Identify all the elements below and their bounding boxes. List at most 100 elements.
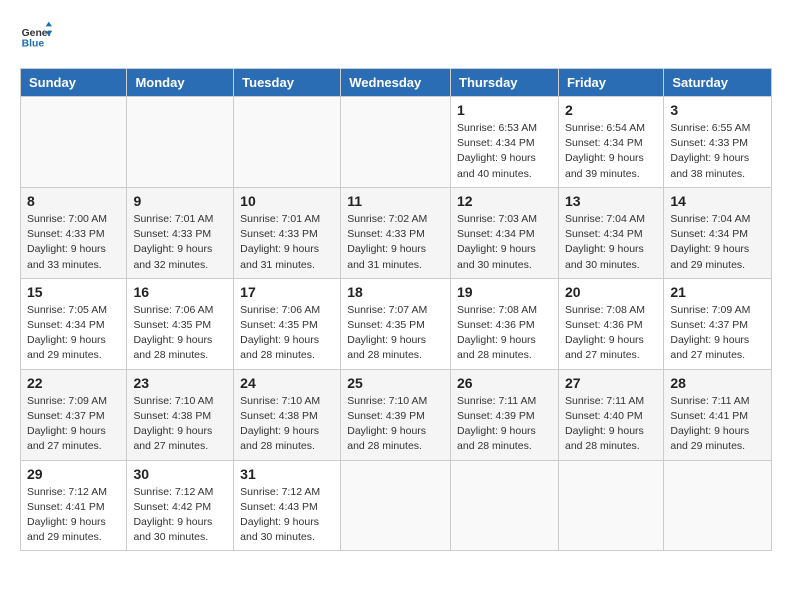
header-friday: Friday (558, 69, 663, 97)
day-number: 17 (240, 284, 334, 300)
day-number: 10 (240, 193, 334, 209)
calendar-week-3: 15 Sunrise: 7:05 AMSunset: 4:34 PMDaylig… (21, 278, 772, 369)
day-number: 13 (565, 193, 657, 209)
calendar-cell: 13 Sunrise: 7:04 AMSunset: 4:34 PMDaylig… (558, 187, 663, 278)
header-saturday: Saturday (664, 69, 772, 97)
header-wednesday: Wednesday (341, 69, 451, 97)
calendar-cell: 22 Sunrise: 7:09 AMSunset: 4:37 PMDaylig… (21, 369, 127, 460)
day-info: Sunrise: 7:08 AMSunset: 4:36 PMDaylight:… (457, 303, 552, 364)
calendar-cell: 24 Sunrise: 7:10 AMSunset: 4:38 PMDaylig… (234, 369, 341, 460)
day-info: Sunrise: 6:54 AMSunset: 4:34 PMDaylight:… (565, 121, 657, 182)
calendar-cell (664, 460, 772, 551)
day-number: 3 (670, 102, 765, 118)
day-info: Sunrise: 7:12 AMSunset: 4:41 PMDaylight:… (27, 485, 120, 546)
logo: General Blue (20, 20, 52, 52)
day-info: Sunrise: 7:10 AMSunset: 4:38 PMDaylight:… (133, 394, 227, 455)
page-header: General Blue (20, 20, 772, 52)
calendar-cell: 1 Sunrise: 6:53 AMSunset: 4:34 PMDayligh… (451, 97, 559, 188)
day-number: 25 (347, 375, 444, 391)
calendar-cell: 18 Sunrise: 7:07 AMSunset: 4:35 PMDaylig… (341, 278, 451, 369)
calendar-cell: 29 Sunrise: 7:12 AMSunset: 4:41 PMDaylig… (21, 460, 127, 551)
calendar-week-5: 29 Sunrise: 7:12 AMSunset: 4:41 PMDaylig… (21, 460, 772, 551)
calendar-cell (451, 460, 559, 551)
day-number: 9 (133, 193, 227, 209)
day-number: 18 (347, 284, 444, 300)
day-number: 20 (565, 284, 657, 300)
calendar-cell: 19 Sunrise: 7:08 AMSunset: 4:36 PMDaylig… (451, 278, 559, 369)
calendar-cell: 28 Sunrise: 7:11 AMSunset: 4:41 PMDaylig… (664, 369, 772, 460)
calendar-cell: 10 Sunrise: 7:01 AMSunset: 4:33 PMDaylig… (234, 187, 341, 278)
calendar-body: 1 Sunrise: 6:53 AMSunset: 4:34 PMDayligh… (21, 97, 772, 551)
day-info: Sunrise: 7:05 AMSunset: 4:34 PMDaylight:… (27, 303, 120, 364)
calendar-cell (127, 97, 234, 188)
day-number: 1 (457, 102, 552, 118)
day-number: 30 (133, 466, 227, 482)
day-info: Sunrise: 7:10 AMSunset: 4:39 PMDaylight:… (347, 394, 444, 455)
calendar-cell: 2 Sunrise: 6:54 AMSunset: 4:34 PMDayligh… (558, 97, 663, 188)
calendar-table: SundayMondayTuesdayWednesdayThursdayFrid… (20, 68, 772, 551)
day-info: Sunrise: 7:03 AMSunset: 4:34 PMDaylight:… (457, 212, 552, 273)
day-info: Sunrise: 7:10 AMSunset: 4:38 PMDaylight:… (240, 394, 334, 455)
day-number: 23 (133, 375, 227, 391)
day-info: Sunrise: 7:01 AMSunset: 4:33 PMDaylight:… (133, 212, 227, 273)
day-number: 28 (670, 375, 765, 391)
day-number: 14 (670, 193, 765, 209)
calendar-header: SundayMondayTuesdayWednesdayThursdayFrid… (21, 69, 772, 97)
day-number: 2 (565, 102, 657, 118)
day-number: 22 (27, 375, 120, 391)
day-info: Sunrise: 7:06 AMSunset: 4:35 PMDaylight:… (240, 303, 334, 364)
calendar-week-4: 22 Sunrise: 7:09 AMSunset: 4:37 PMDaylig… (21, 369, 772, 460)
svg-text:Blue: Blue (22, 38, 45, 49)
day-info: Sunrise: 7:08 AMSunset: 4:36 PMDaylight:… (565, 303, 657, 364)
day-number: 24 (240, 375, 334, 391)
calendar-cell (341, 97, 451, 188)
day-info: Sunrise: 7:09 AMSunset: 4:37 PMDaylight:… (670, 303, 765, 364)
day-number: 8 (27, 193, 120, 209)
day-info: Sunrise: 7:01 AMSunset: 4:33 PMDaylight:… (240, 212, 334, 273)
calendar-cell (341, 460, 451, 551)
calendar-cell: 27 Sunrise: 7:11 AMSunset: 4:40 PMDaylig… (558, 369, 663, 460)
day-info: Sunrise: 7:11 AMSunset: 4:41 PMDaylight:… (670, 394, 765, 455)
day-number: 21 (670, 284, 765, 300)
logo-icon: General Blue (20, 20, 52, 52)
header-monday: Monday (127, 69, 234, 97)
calendar-cell (558, 460, 663, 551)
day-info: Sunrise: 7:12 AMSunset: 4:42 PMDaylight:… (133, 485, 227, 546)
day-info: Sunrise: 7:00 AMSunset: 4:33 PMDaylight:… (27, 212, 120, 273)
calendar-cell: 31 Sunrise: 7:12 AMSunset: 4:43 PMDaylig… (234, 460, 341, 551)
day-number: 15 (27, 284, 120, 300)
header-thursday: Thursday (451, 69, 559, 97)
calendar-cell: 21 Sunrise: 7:09 AMSunset: 4:37 PMDaylig… (664, 278, 772, 369)
day-number: 26 (457, 375, 552, 391)
day-number: 31 (240, 466, 334, 482)
day-info: Sunrise: 7:06 AMSunset: 4:35 PMDaylight:… (133, 303, 227, 364)
calendar-cell: 26 Sunrise: 7:11 AMSunset: 4:39 PMDaylig… (451, 369, 559, 460)
day-info: Sunrise: 7:07 AMSunset: 4:35 PMDaylight:… (347, 303, 444, 364)
day-info: Sunrise: 6:55 AMSunset: 4:33 PMDaylight:… (670, 121, 765, 182)
day-info: Sunrise: 7:02 AMSunset: 4:33 PMDaylight:… (347, 212, 444, 273)
day-number: 29 (27, 466, 120, 482)
calendar-cell: 20 Sunrise: 7:08 AMSunset: 4:36 PMDaylig… (558, 278, 663, 369)
calendar-cell: 3 Sunrise: 6:55 AMSunset: 4:33 PMDayligh… (664, 97, 772, 188)
day-info: Sunrise: 7:04 AMSunset: 4:34 PMDaylight:… (670, 212, 765, 273)
calendar-cell: 30 Sunrise: 7:12 AMSunset: 4:42 PMDaylig… (127, 460, 234, 551)
day-number: 12 (457, 193, 552, 209)
calendar-cell: 12 Sunrise: 7:03 AMSunset: 4:34 PMDaylig… (451, 187, 559, 278)
calendar-cell: 25 Sunrise: 7:10 AMSunset: 4:39 PMDaylig… (341, 369, 451, 460)
calendar-cell: 9 Sunrise: 7:01 AMSunset: 4:33 PMDayligh… (127, 187, 234, 278)
calendar-cell (234, 97, 341, 188)
calendar-cell: 23 Sunrise: 7:10 AMSunset: 4:38 PMDaylig… (127, 369, 234, 460)
day-info: Sunrise: 7:11 AMSunset: 4:39 PMDaylight:… (457, 394, 552, 455)
day-number: 19 (457, 284, 552, 300)
calendar-cell: 14 Sunrise: 7:04 AMSunset: 4:34 PMDaylig… (664, 187, 772, 278)
calendar-cell (21, 97, 127, 188)
calendar-week-2: 8 Sunrise: 7:00 AMSunset: 4:33 PMDayligh… (21, 187, 772, 278)
day-number: 11 (347, 193, 444, 209)
day-info: Sunrise: 7:09 AMSunset: 4:37 PMDaylight:… (27, 394, 120, 455)
day-info: Sunrise: 7:12 AMSunset: 4:43 PMDaylight:… (240, 485, 334, 546)
calendar-cell: 17 Sunrise: 7:06 AMSunset: 4:35 PMDaylig… (234, 278, 341, 369)
day-number: 27 (565, 375, 657, 391)
calendar-cell: 11 Sunrise: 7:02 AMSunset: 4:33 PMDaylig… (341, 187, 451, 278)
day-number: 16 (133, 284, 227, 300)
header-sunday: Sunday (21, 69, 127, 97)
